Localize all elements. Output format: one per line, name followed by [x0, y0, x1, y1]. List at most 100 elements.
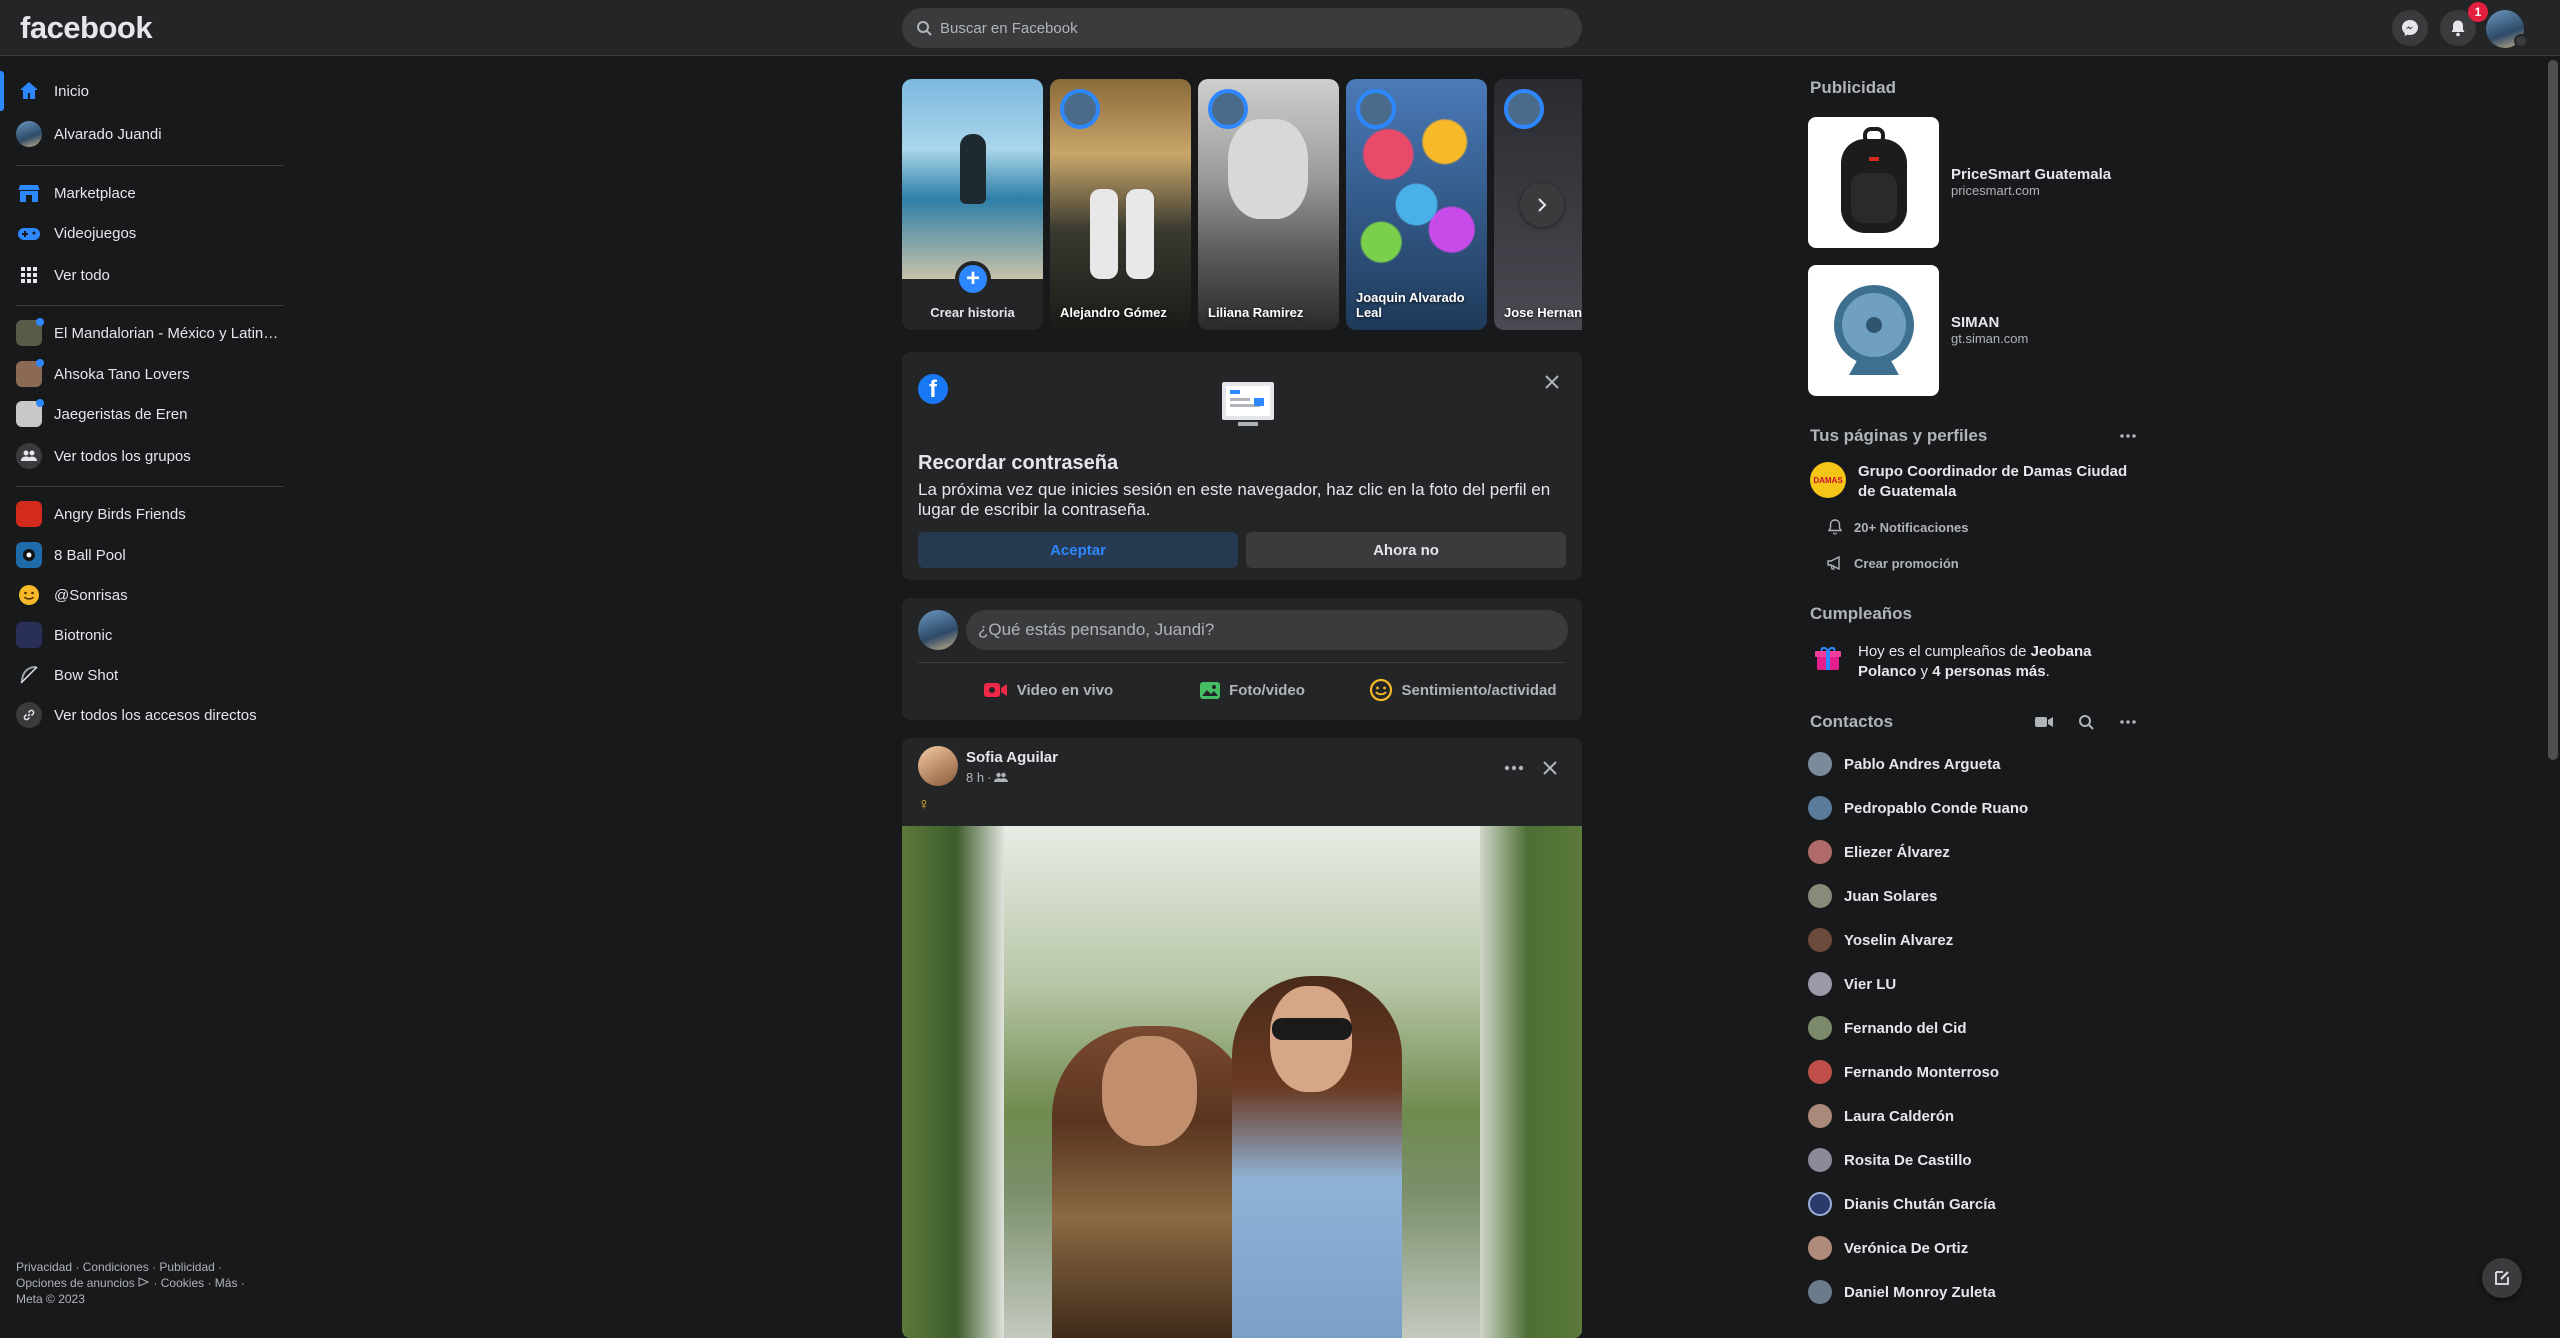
smiley-icon [16, 582, 42, 608]
search-input[interactable] [938, 8, 1558, 48]
contact-name: Pedropablo Conde Ruano [1844, 799, 2029, 817]
search-bar[interactable] [902, 8, 1582, 48]
story-avatar [1060, 89, 1100, 129]
pages-more-button[interactable] [2114, 426, 2142, 446]
post-text: ♀ [918, 796, 930, 813]
accept-button[interactable]: Aceptar [918, 532, 1238, 568]
footer-link[interactable]: Condiciones [83, 1260, 149, 1274]
sidebar-item-see-all-shortcuts[interactable]: Ver todos los accesos directos [0, 695, 290, 735]
avatar[interactable] [918, 746, 958, 786]
sidebar-item-see-all[interactable]: Ver todo [0, 255, 290, 295]
sidebar-shortcut-sonrisas[interactable]: @Sonrisas [0, 575, 290, 615]
create-story-card[interactable]: + Crear historia [902, 79, 1043, 330]
decline-button[interactable]: Ahora no [1246, 532, 1566, 568]
contact-name: Vier LU [1844, 975, 1897, 993]
new-message-button[interactable] [2482, 1258, 2522, 1298]
plus-icon: + [955, 261, 991, 297]
contact-item[interactable]: Yoselin Alvarez [1808, 918, 2138, 962]
card-title: Recordar contraseña [918, 452, 1119, 474]
video-call-button[interactable] [2030, 712, 2058, 732]
story-card[interactable]: Alejandro Gómez [1050, 79, 1191, 330]
scrollbar-thumb[interactable] [2548, 60, 2558, 760]
sidebar-shortcut-angry-birds[interactable]: Angry Birds Friends [0, 494, 290, 534]
top-bar: facebook 1 [0, 0, 2560, 56]
search-contacts-button[interactable] [2072, 712, 2100, 732]
create-promotion-link[interactable]: Crear promoción [1826, 554, 1959, 572]
facebook-icon: f [918, 374, 948, 404]
divider [16, 165, 284, 166]
sidebar-item-see-all-groups[interactable]: Ver todos los grupos [0, 436, 290, 476]
contact-item[interactable]: Verónica De Ortiz [1808, 1226, 2138, 1270]
sidebar-item-home[interactable]: Inicio [0, 71, 290, 111]
contact-item[interactable]: Fernando Monterroso [1808, 1050, 2138, 1094]
sidebar-item-label: Biotronic [54, 626, 113, 644]
contact-item[interactable]: Eliezer Álvarez [1808, 830, 2138, 874]
chevron-down-icon[interactable] [2514, 34, 2528, 48]
sidebar-group-ahsoka[interactable]: Ahsoka Tano Lovers [0, 354, 290, 394]
ad-siman[interactable]: SIMAN gt.siman.com [1808, 262, 2148, 398]
birthday-text[interactable]: Hoy es el cumpleaños de Jeobana Polanco … [1858, 642, 2148, 682]
contact-item[interactable]: Juan Solares [1808, 874, 2138, 918]
story-card[interactable]: Liliana Ramirez [1198, 79, 1339, 330]
facebook-logo[interactable]: facebook [20, 10, 153, 46]
sidebar-item-profile[interactable]: Alvarado Juandi [0, 114, 290, 154]
contact-name: Juan Solares [1844, 887, 1938, 905]
story-author: Joaquin Alvarado Leal [1356, 290, 1465, 320]
footer-link[interactable]: Más [215, 1276, 238, 1290]
chevron-right-icon [1538, 198, 1547, 212]
contact-name: Daniel Monroy Zuleta [1844, 1283, 1996, 1301]
page-notifications-link[interactable]: 20+ Notificaciones [1826, 518, 1969, 536]
compose-icon [2495, 1271, 2509, 1285]
post-time[interactable]: 8 h [966, 770, 984, 785]
contact-item[interactable]: Fernando del Cid [1808, 1006, 2138, 1050]
sidebar-item-marketplace[interactable]: Marketplace [0, 173, 290, 213]
sidebar-group-mandalorian[interactable]: El Mandalorian - México y Latinoamérica [0, 313, 290, 353]
live-video-button[interactable]: Video en vivo [958, 670, 1138, 710]
close-button[interactable] [1536, 366, 1568, 398]
sidebar-item-label: @Sonrisas [54, 586, 128, 604]
sidebar-item-label: Ver todos los accesos directos [54, 706, 257, 724]
sidebar-shortcut-8-ball-pool[interactable]: 8 Ball Pool [0, 535, 290, 575]
more-options-button[interactable] [1496, 750, 1532, 786]
divider [16, 486, 284, 487]
post-author[interactable]: Sofia Aguilar [966, 749, 1058, 766]
angry-birds-icon [16, 501, 42, 527]
composer-input[interactable]: ¿Qué estás pensando, Juandi? [966, 610, 1568, 650]
avatar [1808, 1236, 1832, 1260]
group-avatar [16, 318, 44, 346]
contact-item[interactable]: Pablo Andres Argueta [1808, 742, 2138, 786]
sidebar-item-gaming[interactable]: Videojuegos [0, 213, 290, 253]
contact-item[interactable]: Dianis Chután García [1808, 1182, 2138, 1226]
photo-video-button[interactable]: Foto/video [1162, 670, 1342, 710]
ad-pricesmart[interactable]: PriceSmart Guatemala pricesmart.com [1808, 114, 2148, 250]
contact-item[interactable]: Daniel Monroy Zuleta [1808, 1270, 2138, 1314]
sidebar-item-label: Ver todos los grupos [54, 447, 191, 465]
contact-item[interactable]: Laura Calderón [1808, 1094, 2138, 1138]
contact-item[interactable]: Rosita De Castillo [1808, 1138, 2138, 1182]
footer-link[interactable]: Privacidad [16, 1260, 72, 1274]
feeling-activity-button[interactable]: Sentimiento/actividad [1358, 670, 1568, 710]
sidebar-shortcut-biotronic[interactable]: Biotronic [0, 615, 290, 655]
sidebar-item-label: Alvarado Juandi [54, 125, 162, 143]
footer-link[interactable]: Cookies [161, 1276, 204, 1290]
footer-link[interactable]: Opciones de anuncios [16, 1276, 135, 1290]
sidebar-item-label: El Mandalorian - México y Latinoamérica [54, 324, 284, 342]
messenger-button[interactable] [2392, 10, 2428, 46]
hide-post-button[interactable] [1532, 750, 1568, 786]
ad-title: SIMAN [1951, 314, 2000, 331]
contacts-heading: Contactos [1810, 712, 1894, 731]
contacts-more-button[interactable] [2114, 712, 2142, 732]
contact-item[interactable]: Pedropablo Conde Ruano [1808, 786, 2138, 830]
post-image[interactable] [902, 826, 1582, 1338]
bell-icon [1827, 519, 1843, 535]
story-card[interactable]: Joaquin Alvarado Leal [1346, 79, 1487, 330]
birthday-others: 4 personas más [1932, 663, 2046, 680]
sidebar-group-jaegeristas[interactable]: Jaegeristas de Eren [0, 394, 290, 434]
avatar[interactable] [918, 610, 958, 650]
sidebar-shortcut-bow-shot[interactable]: Bow Shot [0, 655, 290, 695]
contact-item[interactable]: Vier LU [1808, 962, 2138, 1006]
promotion-label: Crear promoción [1854, 555, 1959, 571]
avatar [1808, 928, 1832, 952]
footer-link[interactable]: Publicidad [159, 1260, 214, 1274]
stories-next-button[interactable] [1520, 183, 1564, 227]
